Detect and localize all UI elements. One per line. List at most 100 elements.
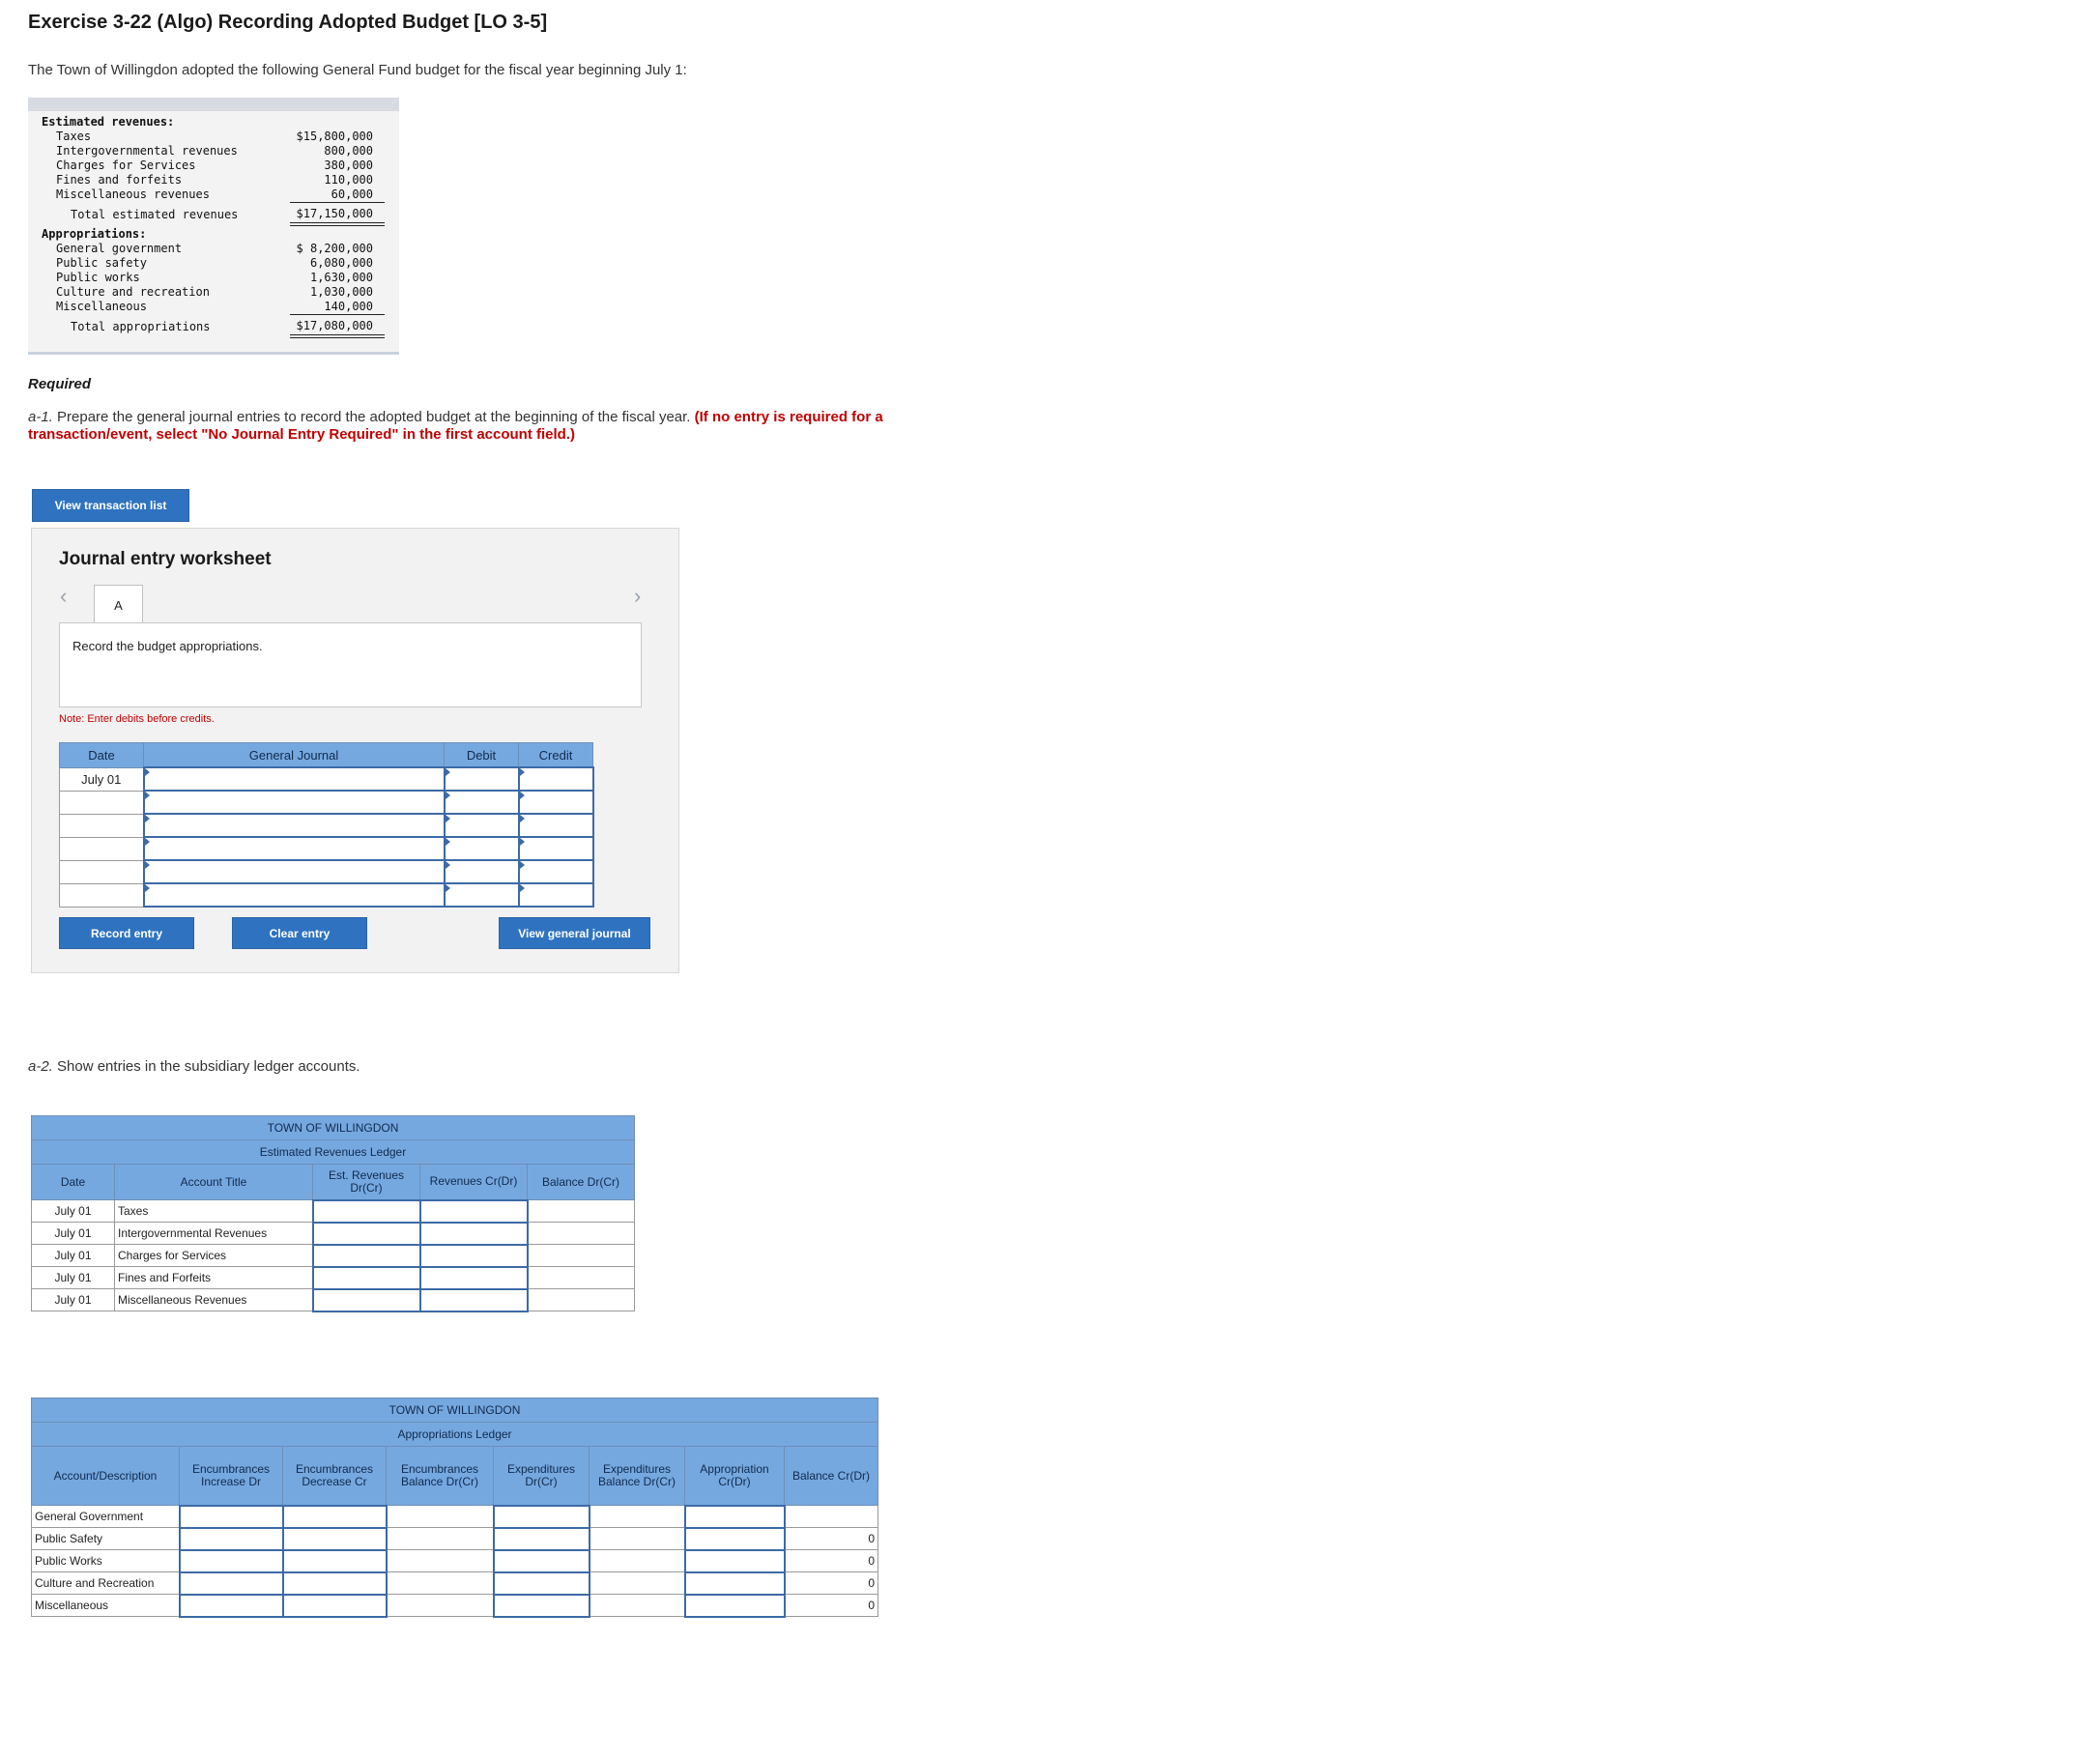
credit-input[interactable] — [517, 836, 594, 861]
account-select[interactable] — [142, 882, 446, 908]
total-approp-label: Total appropriations — [71, 320, 211, 333]
worksheet-note: Note: Enter debits before credits. — [59, 713, 215, 725]
journal-row — [59, 813, 594, 838]
col-balance: Balance Dr(Cr) — [527, 1164, 635, 1200]
debit-input[interactable] — [443, 836, 520, 861]
enc-increase-input[interactable] — [178, 1504, 284, 1529]
credit-input[interactable] — [517, 766, 594, 792]
debit-input[interactable] — [443, 882, 520, 908]
enc-decrease-input[interactable] — [281, 1526, 388, 1551]
chevron-left-icon[interactable]: ‹ — [60, 584, 67, 609]
appropriation-input[interactable] — [683, 1593, 786, 1618]
total-rev-label: Total estimated revenues — [71, 208, 239, 221]
expenditures-input[interactable] — [492, 1548, 590, 1573]
record-entry-button[interactable]: Record entry — [59, 917, 194, 949]
row-date: July 01 — [31, 1266, 115, 1289]
debit-input[interactable] — [443, 859, 520, 884]
row-account: Miscellaneous — [31, 1594, 180, 1617]
date-cell[interactable] — [59, 836, 144, 861]
col-enc-increase: Encumbrances Increase Dr — [179, 1446, 283, 1506]
rev-label: Fines and forfeits — [56, 173, 183, 187]
revenues-input[interactable] — [418, 1287, 529, 1312]
enc-decrease-input[interactable] — [281, 1593, 388, 1618]
date-cell[interactable] — [59, 813, 144, 838]
appropriation-input[interactable] — [683, 1571, 786, 1596]
debit-input[interactable] — [443, 813, 520, 838]
rev-amount: 380,000 — [324, 159, 373, 172]
enc-increase-input[interactable] — [178, 1526, 284, 1551]
required-heading: Required — [28, 376, 92, 392]
account-select[interactable] — [142, 836, 446, 861]
account-select[interactable] — [142, 859, 446, 884]
view-transaction-list-button[interactable]: View transaction list — [32, 489, 189, 522]
intro-text: The Town of Willingdon adopted the follo… — [28, 62, 687, 78]
enc-balance-cell — [386, 1594, 494, 1617]
est-revenues-input[interactable] — [311, 1287, 421, 1312]
enc-increase-input[interactable] — [178, 1593, 284, 1618]
row-date: July 01 — [31, 1244, 115, 1267]
enc-decrease-input[interactable] — [281, 1571, 388, 1596]
expenditures-input[interactable] — [492, 1504, 590, 1529]
tab-a[interactable]: A — [94, 585, 143, 624]
account-select[interactable] — [142, 766, 446, 792]
revenues-input[interactable] — [418, 1198, 529, 1224]
est-revenues-input[interactable] — [311, 1243, 421, 1268]
est-revenues-input[interactable] — [311, 1221, 421, 1246]
ledger-row: July 01 Fines and Forfeits — [31, 1265, 635, 1290]
budget-header-bar — [28, 98, 399, 111]
date-cell[interactable] — [59, 859, 144, 884]
expenditures-input[interactable] — [492, 1526, 590, 1551]
a2-prefix: a-2. — [28, 1058, 53, 1075]
date-cell[interactable] — [59, 882, 144, 908]
ledger-subtitle: Appropriations Ledger — [31, 1422, 878, 1447]
expenditures-input[interactable] — [492, 1571, 590, 1596]
row-account: Fines and Forfeits — [114, 1266, 313, 1289]
col-revenues: Revenues Cr(Dr) — [419, 1164, 528, 1200]
est-revenues-input[interactable] — [311, 1198, 421, 1224]
expenditures-input[interactable] — [492, 1593, 590, 1618]
clear-entry-button[interactable]: Clear entry — [232, 917, 367, 949]
row-account: Miscellaneous Revenues — [114, 1288, 313, 1311]
appropriation-input[interactable] — [683, 1526, 786, 1551]
journal-row — [59, 790, 594, 815]
enc-decrease-input[interactable] — [281, 1548, 388, 1573]
ledger-row: Miscellaneous 0 — [31, 1593, 878, 1618]
revenues-input[interactable] — [418, 1221, 529, 1246]
revenues-input[interactable] — [418, 1243, 529, 1268]
credit-input[interactable] — [517, 859, 594, 884]
ledger-row: July 01 Intergovernmental Revenues — [31, 1221, 635, 1246]
journal-row — [59, 859, 594, 884]
enc-increase-input[interactable] — [178, 1548, 284, 1573]
account-select[interactable] — [142, 813, 446, 838]
debit-input[interactable] — [443, 790, 520, 815]
approp-amount: 140,000 — [324, 300, 373, 313]
journal-row: July 01 — [59, 766, 594, 792]
chevron-right-icon[interactable]: › — [634, 584, 641, 609]
exp-balance-cell — [589, 1594, 685, 1617]
a2-text: Show entries in the subsidiary ledger ac… — [52, 1058, 360, 1075]
a1-prefix: a-1. — [28, 409, 53, 425]
revenues-input[interactable] — [418, 1265, 529, 1290]
ledger-title: TOWN OF WILLINGDON — [31, 1115, 635, 1140]
appropriation-input[interactable] — [683, 1548, 786, 1573]
appropriation-input[interactable] — [683, 1504, 786, 1529]
balance-cell: 0 — [784, 1594, 878, 1617]
credit-input[interactable] — [517, 790, 594, 815]
underline — [290, 314, 385, 315]
enc-increase-input[interactable] — [178, 1571, 284, 1596]
enc-balance-cell — [386, 1549, 494, 1572]
row-account: Public Works — [31, 1549, 180, 1572]
credit-input[interactable] — [517, 813, 594, 838]
col-expenditures: Expenditures Dr(Cr) — [493, 1446, 590, 1506]
credit-input[interactable] — [517, 882, 594, 908]
balance-cell: 0 — [784, 1549, 878, 1572]
view-general-journal-button[interactable]: View general journal — [499, 917, 650, 949]
account-select[interactable] — [142, 790, 446, 815]
row-account: Intergovernmental Revenues — [114, 1222, 313, 1245]
debit-input[interactable] — [443, 766, 520, 792]
enc-decrease-input[interactable] — [281, 1504, 388, 1529]
date-cell[interactable]: July 01 — [59, 766, 144, 792]
date-cell[interactable] — [59, 790, 144, 815]
ledger-row: Culture and Recreation 0 — [31, 1571, 878, 1596]
est-revenues-input[interactable] — [311, 1265, 421, 1290]
